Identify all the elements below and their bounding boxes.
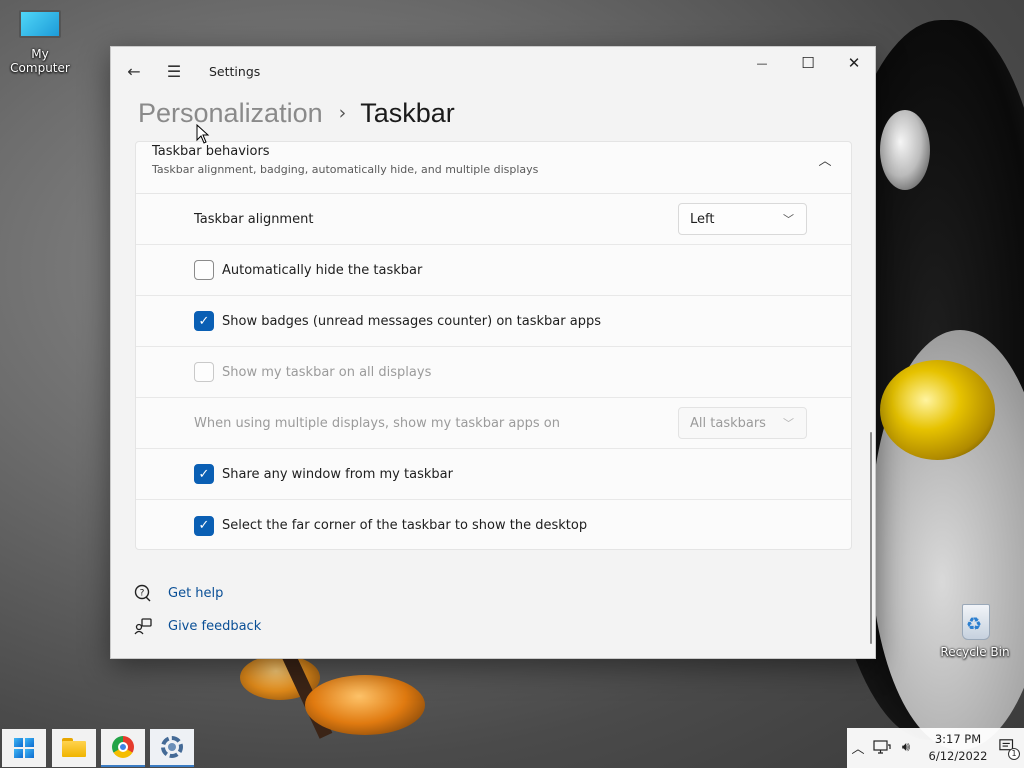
settings-window: ← ☰ Settings — ☐ ✕ Personalization › Tas… (110, 46, 876, 659)
clock[interactable]: 3:17 PM 6/12/2022 (927, 731, 989, 765)
network-icon[interactable] (873, 738, 891, 756)
show-hidden-icons-button[interactable]: ︿ (849, 738, 867, 757)
auto-hide-row: Automatically hide the taskbar (136, 245, 851, 296)
wallpaper-penguin-eye (880, 110, 930, 190)
mouse-cursor-icon (196, 123, 210, 147)
get-help-link[interactable]: ? Get help (133, 582, 223, 604)
chrome-icon (112, 736, 134, 758)
give-feedback-link[interactable]: Give feedback (133, 615, 261, 637)
checkmark-icon: ✓ (198, 518, 210, 533)
show-badges-row: ✓ Show badges (unread messages counter) … (136, 296, 851, 347)
window-title: Settings (209, 64, 261, 79)
chevron-down-icon: ﹀ (783, 417, 794, 430)
taskbar-app-settings[interactable] (150, 729, 194, 767)
windows-logo-icon (14, 738, 34, 758)
navigation-menu-button[interactable]: ☰ (157, 55, 191, 87)
chevron-up-icon: ︿ (818, 153, 832, 169)
checkmark-icon: ✓ (198, 313, 210, 329)
auto-hide-label: Automatically hide the taskbar (222, 262, 423, 278)
minimize-button[interactable]: — (739, 47, 785, 79)
close-icon: ✕ (847, 54, 861, 72)
back-arrow-icon: ← (127, 61, 141, 81)
back-button[interactable]: ← (117, 55, 151, 87)
volume-icon[interactable]: 🔊︎ (897, 738, 915, 756)
monitor-icon (19, 10, 61, 44)
far-corner-label: Select the far corner of the taskbar to … (222, 518, 588, 533)
vertical-scrollbar[interactable] (870, 432, 872, 644)
chevron-right-icon: › (338, 102, 347, 124)
chevron-up-icon: ︿ (851, 741, 865, 757)
page-title: Taskbar (360, 97, 455, 128)
desktop-icon-recycle-bin[interactable]: ♻ Recycle Bin (935, 600, 1015, 659)
multiple-displays-label: When using multiple displays, show my ta… (194, 415, 560, 431)
show-badges-checkbox[interactable]: ✓ (194, 311, 214, 331)
collapse-button[interactable]: ︿ (813, 148, 837, 170)
share-window-checkbox[interactable]: ✓ (194, 464, 214, 484)
taskbar-app-file-explorer[interactable] (52, 729, 96, 767)
system-tray: ︿ 🔊︎ 3:17 PM 6/12/2022 1 (847, 728, 1024, 768)
share-window-label: Share any window from my taskbar (222, 466, 453, 482)
multiple-displays-value: All taskbars (690, 415, 766, 431)
help-icon: ? (133, 583, 153, 603)
section-subtitle: Taskbar alignment, badging, automaticall… (152, 163, 539, 176)
recycle-bin-icon: ♻ (958, 600, 992, 642)
maximize-button[interactable]: ☐ (785, 47, 831, 79)
title-bar: ← ☰ Settings — ☐ ✕ (111, 47, 875, 95)
show-on-all-displays-checkbox (194, 362, 214, 382)
svg-text:?: ? (140, 589, 145, 599)
show-on-all-displays-row: Show my taskbar on all displays (136, 347, 851, 398)
breadcrumb: Personalization › Taskbar (138, 93, 455, 133)
start-button[interactable] (2, 729, 46, 767)
give-feedback-label: Give feedback (168, 618, 262, 634)
auto-hide-checkbox[interactable] (194, 260, 214, 280)
section-title: Taskbar behaviors (152, 144, 270, 159)
multiple-displays-dropdown: All taskbars ﹀ (678, 407, 807, 439)
notification-count-badge: 1 (1008, 748, 1020, 760)
close-button[interactable]: ✕ (831, 47, 877, 79)
far-corner-row: ✓ Select the far corner of the taskbar t… (136, 500, 851, 549)
checkmark-icon: ✓ (198, 466, 210, 482)
hamburger-menu-icon: ☰ (166, 61, 182, 81)
desktop-icon-my-computer[interactable]: My Computer (0, 10, 80, 75)
taskbar-alignment-dropdown[interactable]: Left ﹀ (678, 203, 807, 235)
get-help-label: Get help (168, 585, 224, 601)
multiple-displays-row: When using multiple displays, show my ta… (136, 398, 851, 449)
chevron-down-icon: ﹀ (783, 213, 794, 226)
taskbar-alignment-value: Left (690, 211, 715, 227)
show-badges-label: Show badges (unread messages counter) on… (222, 313, 601, 329)
clock-date: 6/12/2022 (928, 749, 988, 763)
taskbar-app-chrome[interactable] (101, 729, 145, 767)
clock-time: 3:17 PM (934, 732, 982, 746)
maximize-icon: ☐ (801, 54, 815, 72)
gear-icon (161, 736, 183, 758)
taskbar-behaviors-card: Taskbar behaviors Taskbar alignment, bad… (135, 141, 852, 550)
show-on-all-displays-label: Show my taskbar on all displays (222, 364, 432, 380)
feedback-icon (133, 616, 153, 636)
folder-icon (62, 737, 86, 757)
taskbar-alignment-label: Taskbar alignment (194, 211, 314, 227)
share-window-row: ✓ Share any window from my taskbar (136, 449, 851, 500)
taskbar-behaviors-header[interactable]: Taskbar behaviors Taskbar alignment, bad… (136, 142, 851, 194)
minimize-icon: — (756, 56, 768, 70)
wallpaper-orange-ball-large (305, 675, 425, 735)
desktop-icon-label: Recycle Bin (940, 645, 1010, 659)
breadcrumb-parent-link[interactable]: Personalization (138, 98, 323, 129)
wallpaper-penguin-beak (880, 360, 995, 460)
desktop-icon-label: My Computer (10, 47, 70, 75)
taskbar-alignment-row: Taskbar alignment Left ﹀ (136, 194, 851, 245)
far-corner-checkbox[interactable]: ✓ (194, 515, 214, 536)
